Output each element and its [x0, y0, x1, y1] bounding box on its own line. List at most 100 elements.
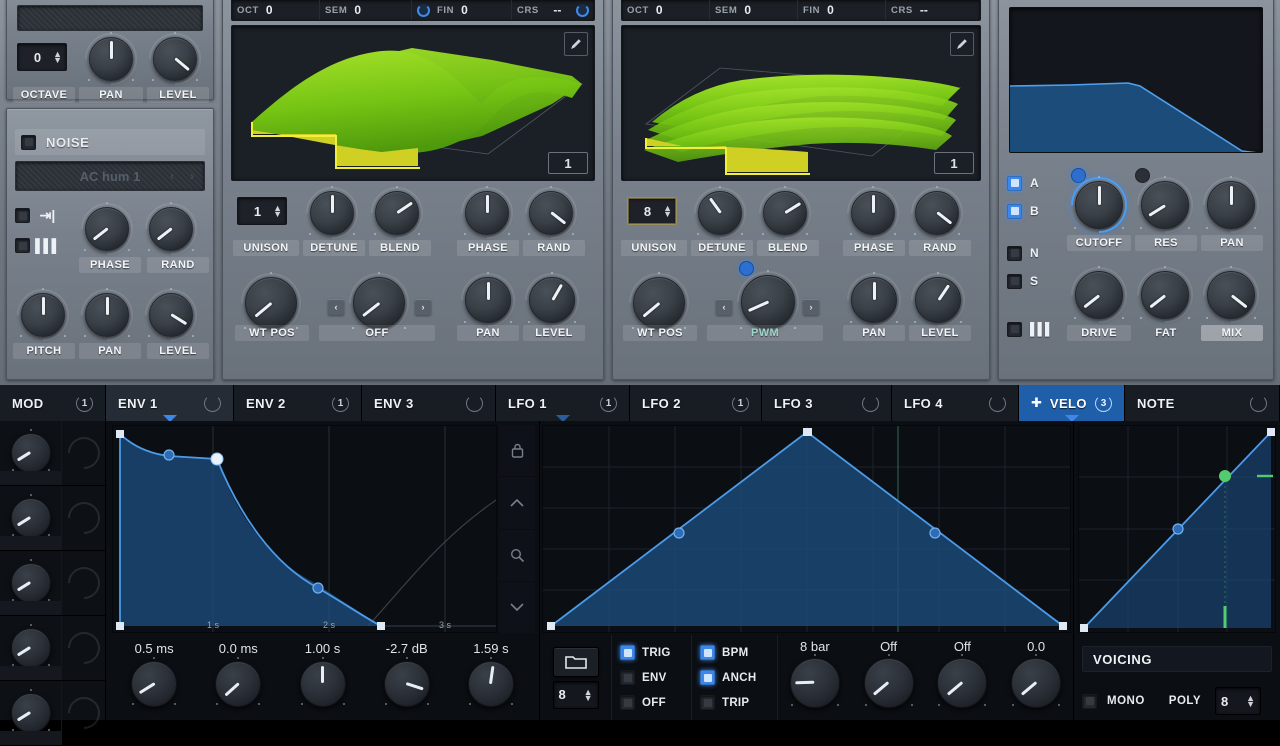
filter-route-a-toggle[interactable] — [1007, 175, 1022, 191]
tab-env-2[interactable]: ENV 2 1 — [234, 385, 362, 421]
osc-a-edit-button[interactable] — [564, 32, 588, 56]
osc-a-crs-mod-ring[interactable] — [575, 3, 589, 17]
osc-a-warp-next-button[interactable]: › — [415, 299, 431, 315]
magnifier-icon[interactable] — [499, 530, 535, 582]
filter-res-mod-badge[interactable] — [1135, 168, 1150, 183]
osc-a-fin-mod-ring[interactable] — [417, 3, 430, 17]
osc-a-wavetable-index[interactable]: 1 — [548, 152, 588, 174]
tab-lfo-4[interactable]: LFO 4 — [892, 385, 1019, 421]
osc-b-edit-button[interactable] — [950, 32, 974, 56]
sub-waveform-display[interactable] — [17, 5, 203, 31]
mod-slot-empty-knob[interactable] — [60, 430, 107, 476]
folder-icon[interactable] — [552, 646, 599, 677]
filter-route-b-toggle[interactable] — [1007, 203, 1022, 219]
filter-drive-knob[interactable] — [1059, 255, 1139, 335]
mod-slot-empty-knob[interactable] — [60, 690, 107, 736]
osc-a-phase-knob[interactable] — [450, 176, 524, 250]
mod-slot[interactable] — [0, 616, 107, 681]
noise-next-button[interactable]: › — [190, 169, 194, 183]
osc-b-warp-prev-button[interactable]: ‹ — [716, 299, 732, 315]
env-release-knob[interactable] — [467, 657, 514, 707]
osc-b-crs-cell[interactable]: CRS -- — [886, 0, 980, 20]
mod-slot-empty-knob[interactable] — [60, 495, 107, 541]
osc-a-fin-cell[interactable]: FIN 0 — [412, 0, 512, 20]
noise-sample-selector[interactable]: AC hum 1 ‹ › — [15, 161, 205, 191]
noise-phase-lock-toggle[interactable]: ⇥| — [15, 207, 60, 225]
sub-pan-knob[interactable] — [74, 22, 148, 96]
env-release[interactable]: 1.59 s — [449, 635, 533, 720]
mod-slot-amount-knob[interactable] — [10, 559, 51, 603]
lfo-rise-knob[interactable] — [863, 654, 914, 708]
mod-slot-amount-knob[interactable] — [10, 689, 51, 733]
tab-note[interactable]: NOTE — [1125, 385, 1280, 421]
noise-phase-knob[interactable] — [70, 192, 144, 266]
osc-a-detune-knob[interactable] — [295, 176, 369, 250]
filter-mix-knob[interactable] — [1191, 255, 1271, 335]
filter-route-n-toggle[interactable] — [1007, 245, 1022, 261]
mod-slot-amount-knob[interactable] — [10, 494, 51, 538]
osc-a-blend-knob[interactable] — [360, 176, 434, 250]
mod-slot[interactable] — [0, 486, 107, 551]
lfo-delay[interactable]: Off — [926, 635, 1000, 720]
osc-b-wavetable-view[interactable]: 1 — [621, 25, 981, 181]
lfo-grid-arrows[interactable]: ▲ ▼ — [584, 687, 593, 702]
lfo-bpm-row[interactable]: BPM — [700, 642, 769, 663]
mod-slot-amount-knob[interactable] — [10, 429, 51, 473]
osc-a-sem-cell[interactable]: SEM 0 — [320, 0, 412, 20]
filter-response-graph[interactable] — [1009, 7, 1263, 153]
chevron-down-icon[interactable] — [499, 582, 535, 633]
lfo-anch-toggle[interactable] — [700, 670, 715, 685]
env-decay[interactable]: 1.00 s — [280, 635, 364, 720]
env-attack[interactable]: 0.5 ms — [112, 635, 196, 720]
env-sustain[interactable]: -2.7 dB — [365, 635, 449, 720]
osc-b-fin-cell[interactable]: FIN 0 — [798, 0, 886, 20]
noise-pan-knob[interactable] — [70, 278, 144, 352]
osc-b-unison-arrows[interactable]: ▲ ▼ — [663, 204, 672, 219]
mod-slot-empty-knob[interactable] — [60, 625, 107, 671]
tab-env-3[interactable]: ENV 3 — [362, 385, 496, 421]
tab-velo[interactable]: ✚ VELO 3 — [1019, 385, 1125, 422]
osc-a-wavetable-view[interactable]: 1 — [231, 25, 595, 181]
lfo-env-toggle[interactable] — [620, 670, 635, 685]
noise-enable-toggle[interactable] — [21, 134, 36, 150]
env-decay-knob[interactable] — [299, 657, 346, 707]
lfo-rise[interactable]: Off — [852, 635, 926, 720]
filter-pan-knob[interactable] — [1191, 165, 1271, 245]
envelope-graph[interactable]: 1 s 2 s 3 s — [112, 425, 497, 633]
filter-res-knob[interactable] — [1125, 165, 1205, 245]
mono-toggle[interactable] — [1082, 693, 1097, 709]
osc-a-crs-cell[interactable]: CRS -- — [512, 0, 594, 20]
tab-lfo-2[interactable]: LFO 2 1 — [630, 385, 762, 421]
filter-route-keys-toggle[interactable] — [1007, 321, 1022, 337]
filter-route-s[interactable]: S — [1007, 267, 1053, 295]
env-hold[interactable]: 0.0 ms — [196, 635, 280, 720]
osc-b-wtpos-knob[interactable] — [616, 260, 702, 346]
mod-slot-amount-knob[interactable] — [10, 624, 51, 668]
osc-b-pwm-mod-badge[interactable] — [739, 261, 754, 276]
filter-route-a[interactable]: A — [1007, 169, 1053, 197]
lfo-trig-row[interactable]: TRIG — [620, 642, 683, 663]
lfo-rate[interactable]: 8 bar — [778, 635, 852, 720]
lfo-trig-toggle[interactable] — [620, 645, 635, 660]
lfo-grid-stepper[interactable]: 8 ▲ ▼ — [552, 680, 599, 709]
lfo-off-toggle[interactable] — [620, 695, 635, 710]
osc-a-oct-cell[interactable]: OCT 0 — [232, 0, 320, 20]
osc-b-warp-next-button[interactable]: › — [803, 299, 819, 315]
filter-route-keys[interactable]: ▌▌▌ — [1007, 315, 1053, 343]
filter-route-s-toggle[interactable] — [1007, 273, 1022, 289]
lfo-env-row[interactable]: ENV — [620, 667, 683, 688]
noise-keytrack-toggle[interactable]: ▌▌▌ — [15, 237, 61, 255]
osc-a-rand-knob[interactable] — [514, 176, 588, 250]
osc-b-oct-cell[interactable]: OCT 0 — [622, 0, 710, 20]
lfo-bpm-toggle[interactable] — [700, 645, 715, 660]
osc-b-level-knob[interactable] — [899, 261, 977, 339]
osc-a-level-knob[interactable] — [513, 261, 591, 339]
velocity-graph[interactable] — [1078, 425, 1276, 633]
lfo-smooth-knob[interactable] — [1011, 654, 1062, 708]
osc-b-unison-stepper[interactable]: 8 ▲ ▼ — [627, 197, 677, 225]
osc-b-sem-cell[interactable]: SEM 0 — [710, 0, 798, 20]
octave-stepper[interactable]: 0 ▲ ▼ — [17, 43, 67, 71]
osc-a-unison-stepper[interactable]: 1 ▲ ▼ — [237, 197, 287, 225]
tab-lfo-3[interactable]: LFO 3 — [762, 385, 892, 421]
noise-rand-knob[interactable] — [134, 192, 208, 266]
